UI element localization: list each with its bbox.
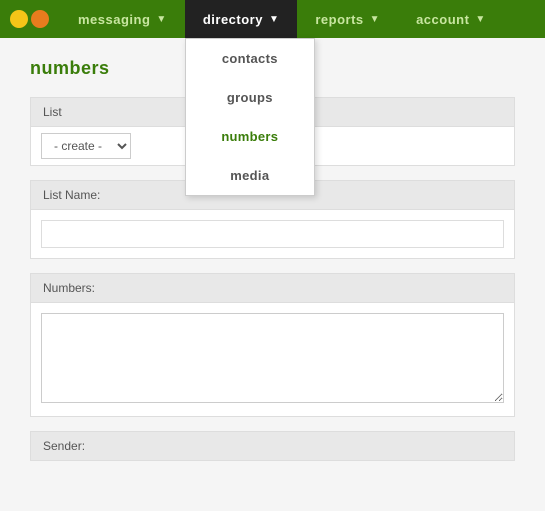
- dropdown-item-groups[interactable]: groups: [186, 78, 314, 117]
- sender-header: Sender:: [30, 431, 515, 461]
- nav-directory[interactable]: directory ▼ contacts groups numbers medi…: [185, 0, 298, 38]
- nav-reports[interactable]: reports ▼: [297, 0, 398, 38]
- nav-messaging-label: messaging: [78, 12, 150, 27]
- list-section-label: List: [43, 105, 62, 119]
- sender-section: Sender:: [30, 431, 515, 461]
- nav-messaging-arrow: ▼: [156, 14, 166, 25]
- list-name-label: List Name:: [43, 188, 100, 202]
- dropdown-item-media[interactable]: media: [186, 156, 314, 195]
- brand-circle-orange: [31, 10, 49, 28]
- list-name-input[interactable]: [41, 220, 504, 248]
- list-name-input-wrap: [30, 210, 515, 259]
- numbers-header: Numbers:: [30, 273, 515, 303]
- dropdown-item-contacts[interactable]: contacts: [186, 39, 314, 78]
- nav-reports-label: reports: [315, 12, 363, 27]
- brand-circle-yellow: [10, 10, 28, 28]
- numbers-section: Numbers:: [30, 273, 515, 417]
- list-select[interactable]: - create -: [41, 133, 131, 159]
- sender-label: Sender:: [43, 439, 85, 453]
- nav-account-arrow: ▼: [475, 14, 485, 25]
- numbers-content: [30, 303, 515, 417]
- nav-account-label: account: [416, 12, 469, 27]
- numbers-textarea[interactable]: [41, 313, 504, 403]
- nav-reports-arrow: ▼: [370, 14, 380, 25]
- navbar: messaging ▼ directory ▼ contacts groups …: [0, 0, 545, 38]
- nav-account[interactable]: account ▼: [398, 0, 504, 38]
- brand-circles: [10, 10, 49, 28]
- brand-logo: [0, 0, 60, 38]
- numbers-label: Numbers:: [43, 281, 95, 295]
- nav-directory-arrow: ▼: [269, 14, 279, 25]
- nav-messaging[interactable]: messaging ▼: [60, 0, 185, 38]
- nav-directory-label: directory: [203, 12, 263, 27]
- dropdown-item-numbers[interactable]: numbers: [186, 117, 314, 156]
- directory-dropdown: contacts groups numbers media: [185, 38, 315, 196]
